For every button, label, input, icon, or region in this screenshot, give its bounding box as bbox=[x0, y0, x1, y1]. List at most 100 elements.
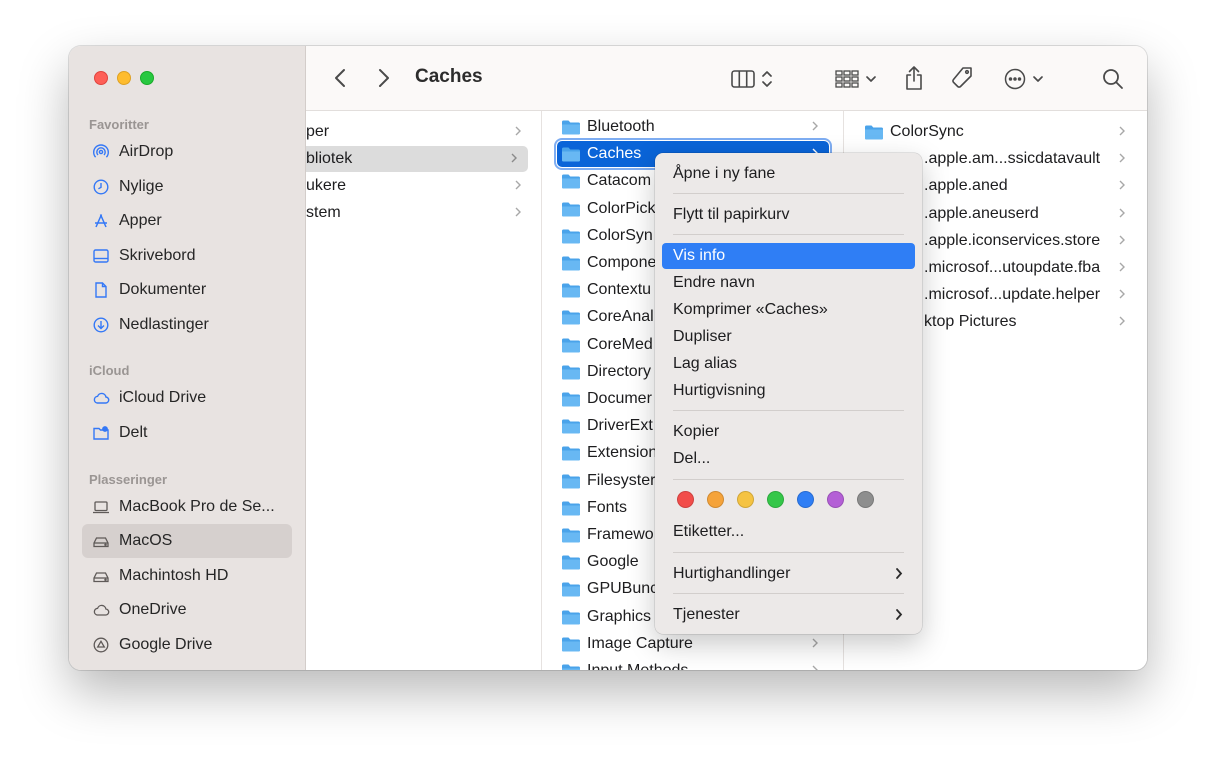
menu-item-get-info[interactable]: Vis info bbox=[662, 243, 915, 269]
folder-icon bbox=[562, 501, 580, 516]
chevron-down-icon bbox=[866, 76, 876, 82]
minimize-button[interactable] bbox=[117, 71, 131, 85]
sidebar-item-downloads[interactable]: Nedlastinger bbox=[82, 308, 292, 342]
window-title: Caches bbox=[415, 66, 483, 87]
item-label: Directory bbox=[587, 362, 652, 380]
disk-icon bbox=[92, 532, 110, 550]
menu-item-label: Hurtighandlinger bbox=[673, 565, 791, 582]
sidebar-item-macintosh-hd[interactable]: Machintosh HD bbox=[82, 559, 292, 593]
list-item-selected[interactable]: bliotek bbox=[306, 146, 528, 172]
back-button[interactable] bbox=[328, 66, 352, 90]
chevron-right-icon bbox=[896, 609, 903, 620]
menu-item-compress[interactable]: Komprimer «Caches» bbox=[662, 297, 915, 323]
sidebar-item-macos[interactable]: MacOS bbox=[82, 524, 292, 558]
item-label: stem bbox=[306, 204, 341, 221]
menu-item-copy[interactable]: Kopier bbox=[662, 419, 915, 445]
item-label: Bluetooth bbox=[587, 118, 655, 135]
item-label: GPUBunc bbox=[587, 580, 659, 598]
item-label: .microsof...update.helper bbox=[924, 286, 1101, 304]
sidebar-item-label: Nylige bbox=[119, 178, 164, 195]
sidebar-item-onedrive[interactable]: OneDrive bbox=[82, 593, 292, 627]
tag-orange[interactable] bbox=[707, 491, 724, 508]
folder-icon bbox=[562, 202, 580, 217]
menu-item-open-new-tab[interactable]: Åpne i ny fane bbox=[662, 161, 915, 187]
menu-separator bbox=[673, 193, 904, 194]
list-item[interactable]: ColorSync bbox=[864, 119, 1136, 145]
tag-yellow[interactable] bbox=[737, 491, 754, 508]
folder-icon bbox=[562, 174, 580, 189]
list-item[interactable]: Image Capture bbox=[561, 631, 829, 657]
menu-item-services[interactable]: Tjenester bbox=[662, 602, 915, 628]
sidebar-item-macbook[interactable]: MacBook Pro de Se... bbox=[82, 490, 292, 524]
list-item[interactable]: Input Methods bbox=[561, 658, 829, 670]
sidebar-item-label: Machintosh HD bbox=[119, 567, 229, 584]
more-actions-button[interactable] bbox=[1000, 65, 1048, 93]
sidebar-item-google-drive[interactable]: Google Drive bbox=[82, 628, 292, 662]
folder-icon bbox=[562, 474, 580, 489]
list-item[interactable]: ukere bbox=[306, 173, 532, 199]
sidebar-item-label: Skrivebord bbox=[119, 247, 196, 264]
item-label: Framewo bbox=[587, 526, 654, 543]
view-mode-button[interactable] bbox=[726, 65, 778, 93]
menu-separator bbox=[673, 593, 904, 594]
chevron-updown-icon bbox=[762, 71, 772, 87]
folder-icon bbox=[562, 229, 580, 244]
menu-item-duplicate[interactable]: Dupliser bbox=[662, 324, 915, 350]
close-button[interactable] bbox=[94, 71, 108, 85]
chevron-right-icon bbox=[1119, 262, 1125, 272]
item-label: DriverExt bbox=[587, 417, 653, 435]
menu-separator bbox=[673, 552, 904, 553]
sidebar-item-apps[interactable]: Apper bbox=[82, 204, 292, 238]
sidebar-item-label: Google Drive bbox=[119, 636, 213, 653]
item-label: .apple.aned bbox=[924, 177, 1008, 195]
item-label: CoreAnal bbox=[587, 308, 654, 326]
menu-item-move-to-trash[interactable]: Flytt til papirkurv bbox=[662, 202, 915, 228]
folder-icon bbox=[562, 528, 580, 543]
list-item[interactable]: per bbox=[306, 119, 532, 145]
sidebar-item-desktop[interactable]: Skrivebord bbox=[82, 239, 292, 273]
sidebar-item-shared[interactable]: Delt bbox=[82, 416, 292, 450]
forward-button[interactable] bbox=[372, 66, 396, 90]
tag-color-row bbox=[677, 491, 874, 508]
sidebar-item-recents[interactable]: Nylige bbox=[82, 170, 292, 204]
menu-item-rename[interactable]: Endre navn bbox=[662, 270, 915, 296]
zoom-button[interactable] bbox=[140, 71, 154, 85]
sidebar-section-locations: Plasseringer bbox=[89, 472, 168, 487]
tag-gray[interactable] bbox=[857, 491, 874, 508]
list-item[interactable]: stem bbox=[306, 200, 532, 226]
sidebar-item-airdrop[interactable]: AirDrop bbox=[82, 135, 292, 169]
sidebar-item-label: MacOS bbox=[119, 532, 173, 549]
share-button[interactable] bbox=[900, 63, 928, 93]
menu-item-make-alias[interactable]: Lag alias bbox=[662, 351, 915, 377]
folder-icon bbox=[562, 446, 580, 461]
folder-icon bbox=[562, 365, 580, 380]
grid-icon bbox=[835, 70, 859, 88]
shared-folder-icon bbox=[92, 424, 110, 442]
list-item[interactable]: Bluetooth bbox=[561, 114, 829, 140]
menu-item-quick-actions[interactable]: Hurtighandlinger bbox=[662, 561, 915, 587]
tag-red[interactable] bbox=[677, 491, 694, 508]
tag-icon bbox=[952, 67, 972, 88]
tag-purple[interactable] bbox=[827, 491, 844, 508]
menu-item-tags[interactable]: Etiketter... bbox=[662, 519, 915, 545]
menu-item-quick-look[interactable]: Hurtigvisning bbox=[662, 378, 915, 404]
sidebar-item-label: AirDrop bbox=[119, 143, 174, 160]
item-label: .apple.iconservices.store bbox=[924, 231, 1101, 249]
tag-blue[interactable] bbox=[797, 491, 814, 508]
group-button[interactable] bbox=[832, 65, 880, 93]
item-label: Fonts bbox=[587, 498, 628, 516]
sidebar-item-documents[interactable]: Dokumenter bbox=[82, 273, 292, 307]
search-button[interactable] bbox=[1099, 65, 1127, 93]
sidebar: Favoritter AirDrop Nylige Apper Skrivebo… bbox=[69, 46, 306, 670]
menu-item-share[interactable]: Del... bbox=[662, 446, 915, 472]
item-label: Catacom bbox=[587, 172, 652, 190]
sidebar-item-icloud-drive[interactable]: iCloud Drive bbox=[82, 381, 292, 415]
column-1: per bliotek ukere stem bbox=[306, 111, 542, 670]
apps-icon bbox=[92, 212, 110, 230]
tag-button[interactable] bbox=[947, 63, 977, 93]
menu-separator bbox=[673, 410, 904, 411]
chevron-right-icon bbox=[896, 568, 903, 579]
tag-green[interactable] bbox=[767, 491, 784, 508]
item-label: ktop Pictures bbox=[924, 313, 1017, 331]
folder-icon bbox=[865, 125, 883, 140]
